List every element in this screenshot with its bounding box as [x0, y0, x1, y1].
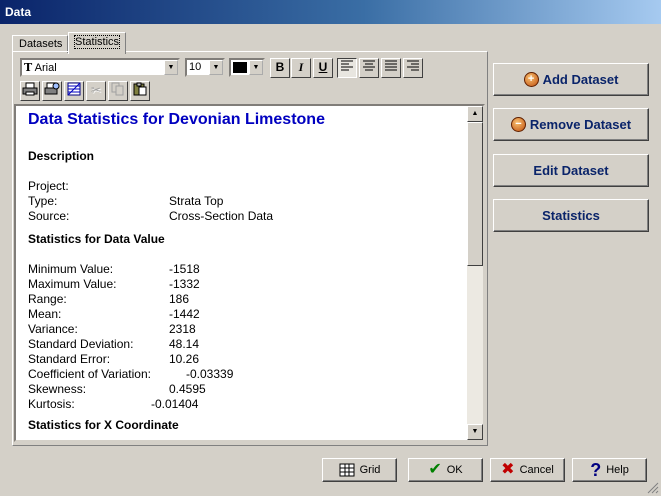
edit-dataset-button[interactable]: Edit Dataset	[493, 154, 649, 187]
description-row-source: Source: Cross-Section Data	[28, 209, 274, 223]
checkmark-icon: ✔	[428, 461, 442, 478]
statistics-document[interactable]: Data Statistics for Devonian Limestone D…	[14, 104, 485, 442]
print-button[interactable]	[20, 81, 40, 101]
window-title: Data	[0, 0, 661, 24]
page-setup-icon	[67, 82, 81, 96]
arrow-up-icon: ▲	[471, 110, 479, 117]
paste-icon	[133, 82, 147, 96]
stats-heading: Statistics for Data Value	[28, 232, 165, 246]
stat-row: Variance: 2318	[28, 322, 196, 336]
description-row-type: Type: Strata Top	[28, 194, 224, 208]
x-icon: ✖	[501, 461, 515, 478]
stat-row: Minimum Value: -1518	[28, 262, 200, 276]
align-right-button[interactable]	[403, 58, 423, 78]
font-color-select[interactable]: ▼	[229, 58, 265, 77]
vertical-scrollbar[interactable]: ▲ ▼	[467, 106, 483, 440]
grid-icon	[339, 463, 355, 477]
document-title: Data Statistics for Devonian Limestone	[28, 111, 325, 128]
align-left-icon	[341, 60, 353, 71]
help-button[interactable]: ? Help	[572, 458, 647, 482]
cancel-button[interactable]: ✖ Cancel	[490, 458, 565, 482]
add-dataset-button[interactable]: + Add Dataset	[493, 63, 649, 96]
grid-button[interactable]: Grid	[322, 458, 397, 482]
print-preview-button[interactable]	[42, 81, 62, 101]
align-left-button[interactable]	[337, 58, 357, 78]
description-heading: Description	[28, 149, 95, 163]
align-justify-icon	[385, 60, 397, 71]
scroll-up-button[interactable]: ▲	[467, 106, 483, 122]
resize-grip-icon[interactable]	[647, 482, 659, 494]
page-setup-button[interactable]	[64, 81, 84, 101]
printer-icon	[22, 82, 38, 96]
cut-button[interactable]: ✂	[86, 81, 106, 101]
stat-row: Mean: -1442	[28, 307, 200, 321]
align-center-button[interactable]	[359, 58, 379, 78]
remove-circle-icon: −	[510, 117, 526, 132]
copy-button[interactable]	[108, 81, 128, 101]
align-right-icon	[407, 60, 419, 71]
chevron-down-icon[interactable]: ▼	[164, 60, 178, 75]
stat-row: Range: 186	[28, 292, 190, 306]
paste-button[interactable]	[130, 81, 150, 101]
stat-row: Kurtosis: -0.01404	[28, 397, 199, 411]
copy-icon	[111, 82, 124, 96]
scissors-icon: ✂	[90, 83, 102, 97]
stat-row: Maximum Value: -1332	[28, 277, 200, 291]
bold-button[interactable]: B	[270, 58, 290, 78]
ok-button[interactable]: ✔ OK	[408, 458, 483, 482]
underline-button[interactable]: U	[313, 58, 333, 78]
question-icon: ?	[590, 460, 602, 480]
add-circle-icon: +	[523, 72, 539, 87]
print-preview-icon	[44, 82, 60, 95]
stat-row: Coefficient of Variation: -0.03339	[28, 367, 234, 381]
arrow-down-icon: ▼	[471, 428, 479, 435]
stat-row: Skewness: 0.4595	[28, 382, 206, 396]
tab-statistics[interactable]: Statistics	[68, 32, 126, 54]
color-swatch	[233, 62, 247, 73]
font-size-select[interactable]: 10 ▼	[185, 58, 225, 77]
chevron-down-icon[interactable]: ▼	[249, 60, 263, 75]
next-stats-heading: Statistics for X Coordinate	[28, 418, 179, 432]
font-select[interactable]: T Arial ▼	[20, 58, 180, 77]
align-center-icon	[363, 60, 375, 71]
description-row-project: Project:	[28, 179, 69, 193]
italic-button[interactable]: I	[291, 58, 311, 78]
scroll-down-button[interactable]: ▼	[467, 424, 483, 440]
statistics-button[interactable]: Statistics	[493, 199, 649, 232]
stat-row: Standard Deviation: 48.14	[28, 337, 200, 351]
scroll-thumb[interactable]	[467, 122, 483, 266]
stat-row: Standard Error: 10.26	[28, 352, 200, 366]
align-justify-button[interactable]	[381, 58, 401, 78]
remove-dataset-button[interactable]: − Remove Dataset	[493, 108, 649, 141]
font-type-icon: T	[24, 61, 33, 74]
chevron-down-icon[interactable]: ▼	[209, 60, 223, 75]
